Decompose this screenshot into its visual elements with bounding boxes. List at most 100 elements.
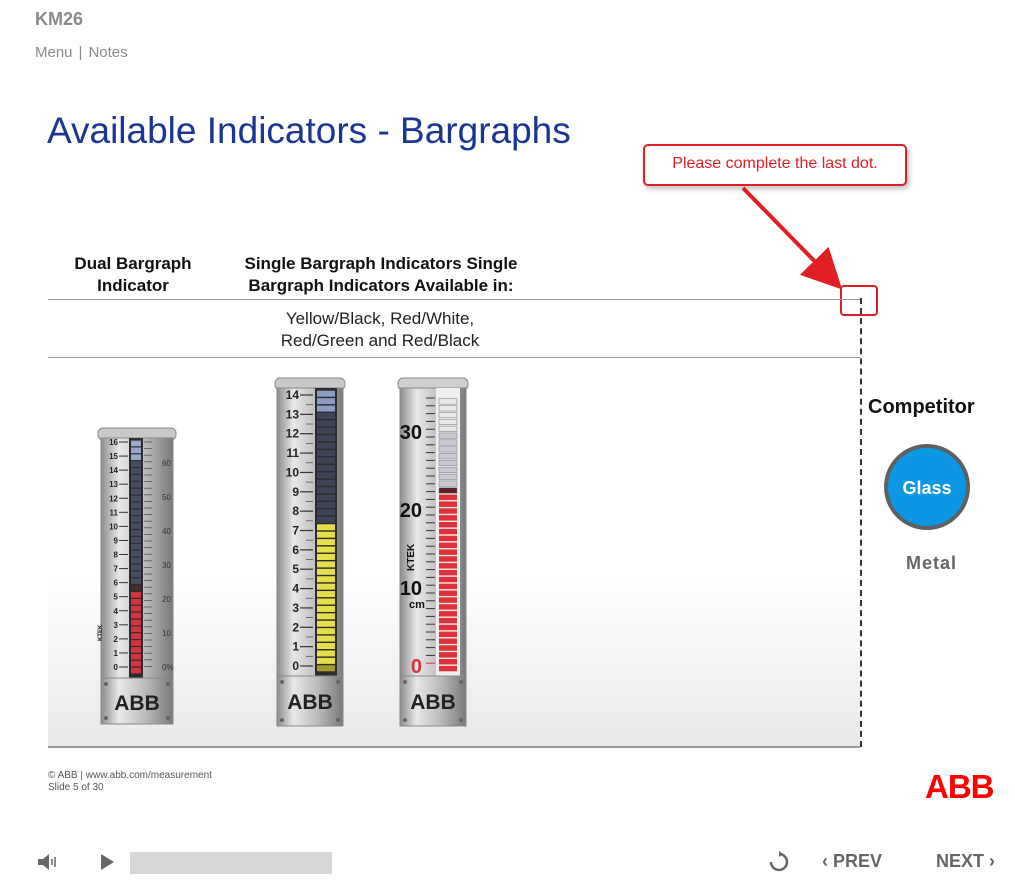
callout-arrow <box>741 186 843 290</box>
scale-label: 16 <box>109 438 118 447</box>
dual-bargraph-image: 161514131211109876543210 6050403020100% … <box>97 427 177 725</box>
bar-segment <box>317 605 335 612</box>
glass-button[interactable]: Glass <box>884 444 970 530</box>
scale-label: 10 <box>286 465 300 479</box>
bar-segment <box>131 495 141 502</box>
prev-label: PREV <box>833 851 883 871</box>
bar-segment <box>317 420 335 427</box>
available-colors: Yellow/Black, Red/White, Red/Green and R… <box>240 308 520 352</box>
speaker-icon[interactable] <box>36 852 58 872</box>
bar-segment <box>131 578 141 584</box>
bar-segment <box>317 450 335 457</box>
course-code: KM26 <box>35 9 84 29</box>
bar-segment <box>317 502 335 509</box>
progress-track[interactable] <box>130 852 332 874</box>
next-button[interactable]: NEXT › <box>936 851 995 872</box>
bar-segment <box>131 447 141 454</box>
bar-segment <box>439 638 457 644</box>
bar-segment <box>317 628 335 635</box>
red-unit-label: cm <box>409 599 425 611</box>
bar-segment <box>439 659 457 665</box>
bar-segment <box>317 472 335 479</box>
scale-label: 4 <box>292 582 299 596</box>
bar-segment <box>131 502 141 509</box>
bar-segment <box>317 516 335 523</box>
bar-segment <box>439 515 457 521</box>
bar-segment <box>131 605 141 612</box>
scale-label: 12 <box>286 427 300 441</box>
bar-segment <box>131 571 141 578</box>
bar-segment <box>438 425 458 432</box>
bar-segment <box>131 488 141 495</box>
bar-segment <box>131 475 141 481</box>
prev-button[interactable]: ‹ PREV <box>822 851 882 872</box>
available-colors-line1: Yellow/Black, Red/White, <box>285 309 475 328</box>
footer-copyright: © ABB | www.abb.com/measurement Slide 5 … <box>48 770 212 794</box>
bar-segment <box>317 553 335 560</box>
scale-label: 13 <box>286 407 300 421</box>
bar-segment <box>439 501 457 507</box>
scale-label: 14 <box>286 388 300 402</box>
bar-segment <box>439 597 457 603</box>
bar-segment <box>131 598 141 605</box>
bar-segment <box>317 398 335 405</box>
callout-text: Please complete the last dot. <box>672 155 878 172</box>
scale-label: 30 <box>162 561 171 570</box>
notes-link[interactable]: Notes <box>88 44 127 61</box>
bar-segment <box>131 619 141 626</box>
red-ktek-mark: KTEK <box>406 543 417 571</box>
bar-segment <box>439 624 457 631</box>
bar-segment <box>131 564 141 571</box>
bar-segment <box>317 635 335 642</box>
slide-counter: Slide 5 of 30 <box>48 782 104 793</box>
bar-segment <box>317 531 335 538</box>
ktek-mark: KTEK <box>98 624 104 641</box>
top-links: Menu | Notes <box>35 44 128 61</box>
scale-label: 6 <box>292 543 299 557</box>
bar-segment <box>131 633 141 639</box>
bar-segment <box>439 611 457 617</box>
scale-label: 8 <box>114 551 119 560</box>
scale-label: 6 <box>114 579 119 588</box>
scale-label: 20 <box>400 500 422 522</box>
scale-label: 0% <box>162 663 174 672</box>
metal-option[interactable]: Metal <box>906 553 957 574</box>
play-icon[interactable] <box>99 853 115 871</box>
replay-icon[interactable] <box>768 851 790 873</box>
bar-segment <box>317 657 335 664</box>
bar-segment <box>439 590 457 596</box>
bar-segment <box>439 494 457 501</box>
bar-segment <box>438 405 458 412</box>
bar-segment <box>131 509 141 516</box>
bar-segment <box>317 568 335 575</box>
scale-label: 60 <box>162 459 171 468</box>
bar-segment <box>317 598 335 605</box>
scale-label: 7 <box>292 524 299 538</box>
bar-segment <box>131 536 141 543</box>
scale-label: 4 <box>114 607 119 616</box>
bar-segment <box>439 549 457 555</box>
bar-segment <box>131 626 141 633</box>
bar-segment <box>317 412 335 419</box>
bar-segment <box>131 454 141 461</box>
bar-segment <box>131 440 141 447</box>
abb-logo: ABB <box>925 768 994 805</box>
red-bargraph-image: 30 20 10 0 cm KTEK ABB <box>397 377 469 727</box>
scale-label: 0 <box>411 656 422 678</box>
bar-segment <box>131 660 141 667</box>
menu-link[interactable]: Menu <box>35 44 73 61</box>
bar-segment <box>317 487 335 494</box>
bar-segment <box>317 650 335 657</box>
bar-segment <box>439 542 457 548</box>
yellow-bargraph-image: 14131211109876543210 ABB <box>274 377 346 727</box>
scale-label: 20 <box>162 595 171 604</box>
target-dot-box[interactable] <box>840 285 878 316</box>
bar-segment <box>439 508 457 514</box>
bar-segment <box>317 665 335 672</box>
bar-segment <box>438 453 458 460</box>
bar-segment <box>131 585 141 591</box>
bar-segment <box>317 427 335 434</box>
bar-segment <box>438 480 458 487</box>
bar-segment <box>438 473 458 480</box>
bar-segment <box>439 583 457 590</box>
